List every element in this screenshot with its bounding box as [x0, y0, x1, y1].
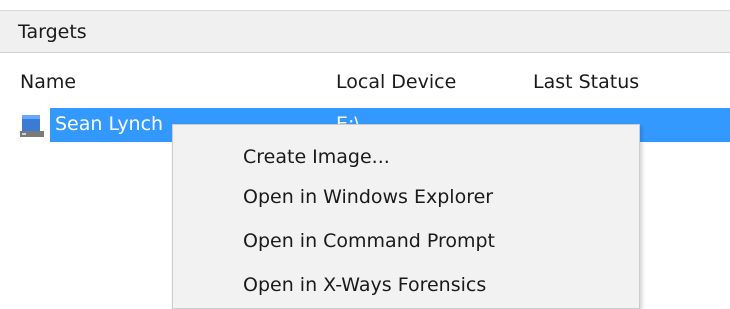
menu-item-open-x-ways-forensics[interactable]: Open in X-Ways Forensics	[243, 273, 486, 297]
panel-title: Targets	[18, 21, 87, 43]
menu-item-create-image[interactable]: Create Image...	[243, 145, 390, 169]
column-header-last-status[interactable]: Last Status	[533, 70, 639, 94]
context-menu: Create Image... Open in Windows Explorer…	[172, 124, 640, 309]
drive-icon	[20, 115, 44, 137]
column-header-name[interactable]: Name	[20, 70, 76, 94]
menu-item-open-windows-explorer[interactable]: Open in Windows Explorer	[243, 185, 493, 209]
column-header-local-device[interactable]: Local Device	[336, 70, 456, 94]
targets-window: Targets Name Local Device Last Status Se…	[0, 0, 730, 309]
menu-item-open-command-prompt[interactable]: Open in Command Prompt	[243, 229, 495, 253]
top-divider	[0, 0, 730, 11]
panel-header: Targets	[0, 11, 730, 53]
row-name: Sean Lynch	[55, 113, 164, 135]
